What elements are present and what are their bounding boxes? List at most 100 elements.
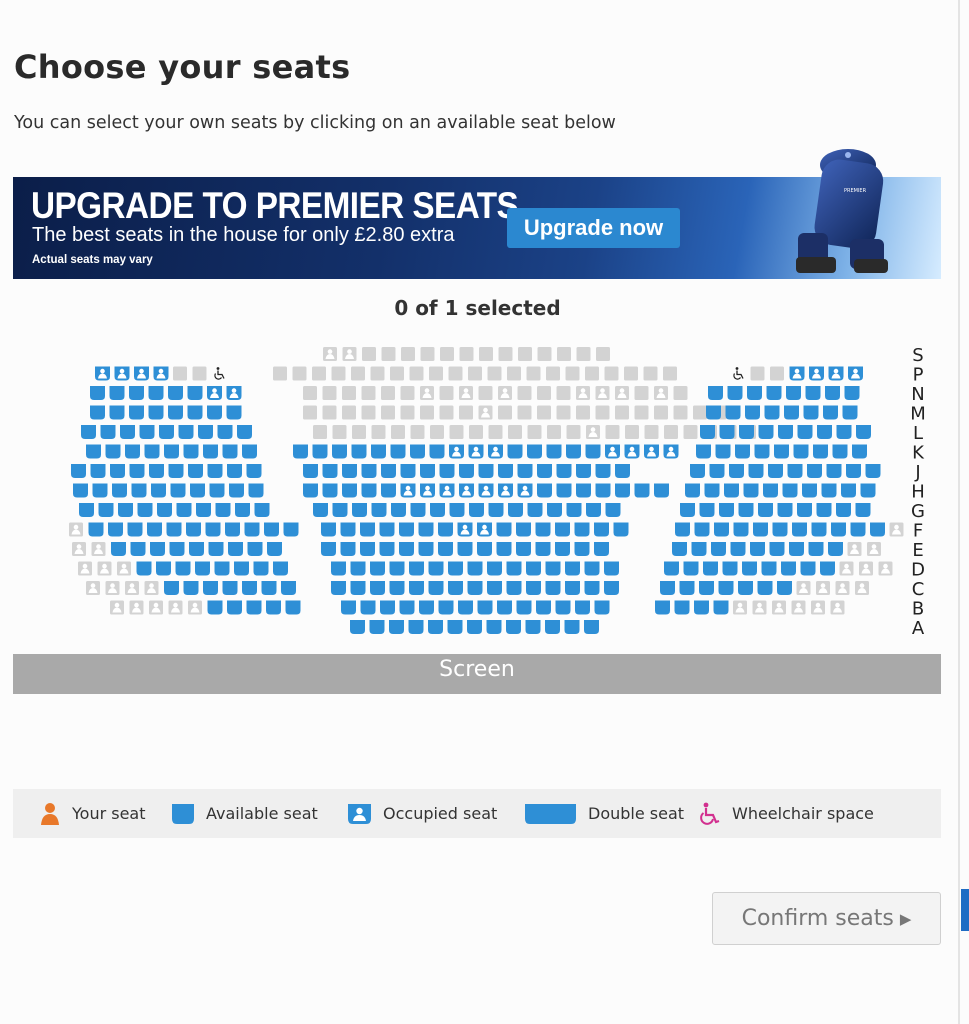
seat-G-2-6[interactable]	[797, 503, 812, 517]
seat-E-2-2[interactable]	[711, 542, 726, 556]
seat-S-1-11[interactable]	[537, 347, 552, 361]
seat-N-2-5[interactable]	[805, 386, 821, 400]
seat-F-0-2[interactable]	[108, 522, 123, 537]
seat-B-1-0[interactable]	[341, 600, 356, 615]
seat-K-0-2[interactable]	[125, 444, 140, 459]
seat-J-0-6[interactable]	[188, 464, 203, 478]
seat-H-0-5[interactable]	[170, 483, 186, 498]
seat-J-2-7[interactable]	[826, 464, 842, 478]
seat-F-1-14[interactable]	[594, 522, 609, 537]
seat-M-0-1[interactable]	[109, 405, 125, 420]
seat-M-0-3[interactable]	[148, 405, 164, 420]
seat-E-0-4[interactable]	[150, 542, 165, 556]
seat-G-1-10[interactable]	[508, 503, 523, 517]
seat-J-1-8[interactable]	[459, 464, 474, 478]
seat-N-1-9[interactable]	[478, 386, 493, 400]
seat-B-0-5[interactable]	[207, 600, 223, 615]
seat-E-2-3[interactable]	[730, 542, 746, 556]
seat-H-0-7[interactable]	[209, 483, 225, 498]
seat-B-1-4[interactable]	[419, 600, 434, 615]
seat-M-1-7[interactable]	[439, 405, 454, 420]
seat-H-0-3[interactable]	[131, 483, 147, 498]
seat-H-1-12[interactable]	[537, 483, 552, 498]
seat-L-2-8[interactable]	[856, 425, 871, 439]
seat-E-2-4[interactable]	[750, 542, 765, 556]
seat-G-2-1[interactable]	[699, 503, 715, 517]
seat-L-0-4[interactable]	[159, 425, 174, 439]
seat-F-2-10[interactable]	[870, 522, 885, 537]
seat-P-1-11[interactable]	[487, 366, 502, 381]
seat-C-0-5[interactable]	[183, 581, 199, 595]
seat-J-1-14[interactable]	[576, 464, 591, 478]
seat-J-0-9[interactable]	[246, 464, 262, 478]
seat-C-1-4[interactable]	[409, 581, 424, 595]
seat-F-0-7[interactable]	[205, 522, 221, 537]
seat-N-0-1[interactable]	[109, 386, 125, 400]
seat-D-0-9[interactable]	[253, 561, 269, 576]
seat-C-0-6[interactable]	[203, 581, 218, 595]
seat-G-1-4[interactable]	[391, 503, 406, 517]
seat-P-1-17[interactable]	[604, 366, 619, 381]
seat-P-1-18[interactable]	[624, 366, 638, 381]
seat-K-0-5[interactable]	[183, 444, 199, 459]
seat-D-1-4[interactable]	[409, 561, 424, 576]
seat-C-0-9[interactable]	[261, 581, 277, 595]
seat-M-2-7[interactable]	[842, 405, 858, 420]
seat-M-2-4[interactable]	[784, 405, 799, 420]
seat-M-1-16[interactable]	[615, 405, 629, 420]
seat-S-1-10[interactable]	[518, 347, 532, 361]
seat-J-2-9[interactable]	[865, 464, 881, 478]
seat-P-1-5[interactable]	[370, 366, 385, 381]
seat-F-0-10[interactable]	[264, 522, 279, 537]
seat-C-0-8[interactable]	[242, 581, 257, 595]
seat-G-1-9[interactable]	[488, 503, 504, 517]
seat-A-1-5[interactable]	[447, 620, 463, 634]
seat-E-1-12[interactable]	[555, 542, 570, 556]
seat-C-2-4[interactable]	[738, 581, 753, 595]
seat-G-1-1[interactable]	[332, 503, 348, 517]
seat-C-1-0[interactable]	[331, 581, 346, 595]
seat-D-1-11[interactable]	[545, 561, 561, 576]
seat-H-2-4[interactable]	[763, 483, 778, 498]
seat-K-1-15[interactable]	[585, 444, 601, 459]
seat-F-0-1[interactable]	[88, 522, 104, 537]
seat-K-1-5[interactable]	[390, 444, 406, 459]
seat-B-0-7[interactable]	[246, 600, 262, 615]
seat-D-2-7[interactable]	[800, 561, 816, 576]
seat-P-1-2[interactable]	[312, 366, 326, 381]
seat-P-0-4[interactable]	[173, 366, 187, 381]
seat-M-2-2[interactable]	[745, 405, 760, 420]
seat-H-0-2[interactable]	[112, 483, 127, 498]
seat-C-1-1[interactable]	[350, 581, 366, 595]
seat-D-2-6[interactable]	[781, 561, 796, 576]
seat-L-1-15[interactable]	[605, 425, 620, 439]
seat-H-1-15[interactable]	[595, 483, 611, 498]
seat-K-0-0[interactable]	[86, 444, 101, 459]
seat-H-2-5[interactable]	[782, 483, 798, 498]
seat-L-0-5[interactable]	[178, 425, 194, 439]
seat-H-1-0[interactable]	[303, 483, 318, 498]
seat-G-1-8[interactable]	[469, 503, 484, 517]
seat-P-1-16[interactable]	[585, 366, 599, 381]
seat-P-1-3[interactable]	[331, 366, 346, 381]
seat-J-1-5[interactable]	[400, 464, 416, 478]
seat-L-2-1[interactable]	[719, 425, 735, 439]
seat-M-0-2[interactable]	[129, 405, 144, 420]
seat-J-2-6[interactable]	[807, 464, 822, 478]
seat-B-0-6[interactable]	[227, 600, 242, 615]
seat-E-0-8[interactable]	[228, 542, 243, 556]
seat-E-2-0[interactable]	[672, 542, 687, 556]
seat-L-1-18[interactable]	[664, 425, 678, 439]
seat-L-0-0[interactable]	[81, 425, 96, 439]
seat-L-1-19[interactable]	[683, 425, 698, 439]
seat-C-1-12[interactable]	[565, 581, 580, 595]
seat-D-1-9[interactable]	[506, 561, 522, 576]
seat-S-1-7[interactable]	[459, 347, 474, 361]
seat-M-1-8[interactable]	[459, 405, 473, 420]
seat-F-0-9[interactable]	[244, 522, 260, 537]
seat-L-2-3[interactable]	[758, 425, 774, 439]
seat-M-1-6[interactable]	[420, 405, 434, 420]
seat-F-2-4[interactable]	[753, 522, 768, 537]
seat-N-0-3[interactable]	[148, 386, 164, 400]
seat-H-0-9[interactable]	[248, 483, 264, 498]
